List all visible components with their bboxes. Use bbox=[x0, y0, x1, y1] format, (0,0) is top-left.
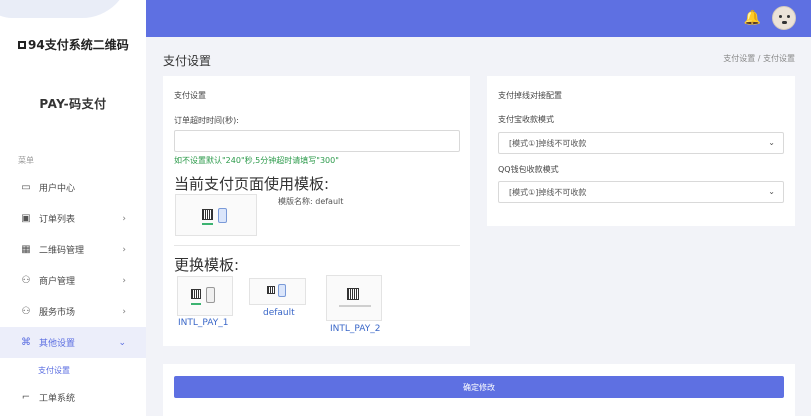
sidebar-item-other-settings[interactable]: ⌘ 其他设置 ⌄ bbox=[0, 327, 146, 358]
sidebar: 94支付系统二维码 PAY-码支付 菜单 ▭ 用户中心 ▣ 订单列表 › ▦ 二… bbox=[0, 0, 146, 416]
chevron-right-icon: › bbox=[122, 244, 126, 255]
timeout-input[interactable] bbox=[174, 130, 460, 152]
template-link-intl-pay-2[interactable]: INTL_PAY_2 bbox=[330, 324, 380, 334]
qr-icon bbox=[267, 286, 275, 294]
ticket-icon: ⌐ bbox=[21, 392, 31, 403]
brand-logo[interactable]: 94支付系统二维码 bbox=[18, 36, 129, 53]
command-icon: ⌘ bbox=[21, 337, 31, 348]
chevron-right-icon: › bbox=[122, 275, 126, 286]
phone-icon bbox=[206, 287, 215, 303]
sidebar-item-user-center[interactable]: ▭ 用户中心 bbox=[0, 172, 146, 203]
pay-settings-card: 支付设置 订单超时时间(秒): 如不设置默认"240"秒,5分钟超时请填写"30… bbox=[163, 76, 470, 346]
card-title: 支付掉线对接配置 bbox=[498, 91, 562, 100]
sidebar-item-qrcode[interactable]: ▦ 二维码管理 › bbox=[0, 234, 146, 265]
sidebar-item-market[interactable]: ⚇ 服务市场 › bbox=[0, 296, 146, 327]
qr-icon bbox=[347, 288, 359, 300]
template-option-default[interactable] bbox=[249, 278, 306, 305]
timeout-hint: 如不设置默认"240"秒,5分钟超时请填写"300" bbox=[174, 156, 339, 165]
template-option-intl-pay-2[interactable] bbox=[326, 275, 382, 321]
chevron-down-icon: ⌄ bbox=[768, 187, 775, 196]
select-value: [模式①]掉线不可收款 bbox=[509, 187, 587, 197]
sidebar-item-label: 订单列表 bbox=[39, 215, 76, 225]
sidebar-menu: ▭ 用户中心 ▣ 订单列表 › ▦ 二维码管理 › ⚇ 商户管理 › ⚇ 服务市… bbox=[0, 172, 146, 413]
sidebar-item-merchants[interactable]: ⚇ 商户管理 › bbox=[0, 265, 146, 296]
qr-icon bbox=[202, 209, 213, 220]
users-icon: ⚇ bbox=[21, 306, 31, 317]
chevron-down-icon: ⌄ bbox=[768, 138, 775, 147]
sidebar-item-label: 二维码管理 bbox=[39, 246, 85, 256]
template-name: 模版名称: default bbox=[278, 197, 344, 206]
sidebar-item-label: 用户中心 bbox=[39, 184, 76, 194]
monitor-icon: ▭ bbox=[21, 182, 31, 193]
top-bar: 🔔 bbox=[146, 0, 811, 37]
sidebar-item-label: 商户管理 bbox=[39, 277, 76, 287]
chevron-down-icon: ⌄ bbox=[118, 337, 126, 348]
current-template-heading: 当前支付页面使用模板: bbox=[174, 175, 330, 193]
alipay-mode-label: 支付宝收款模式 bbox=[498, 115, 554, 124]
timeout-label: 订单超时时间(秒): bbox=[174, 116, 239, 125]
sidebar-item-orders[interactable]: ▣ 订单列表 › bbox=[0, 203, 146, 234]
bell-icon[interactable]: 🔔 bbox=[744, 10, 761, 26]
brand-text: 94支付系统二维码 bbox=[28, 38, 129, 52]
current-template-preview bbox=[175, 194, 257, 236]
select-value: [模式①]掉线不可收款 bbox=[509, 138, 587, 148]
template-link-default[interactable]: default bbox=[263, 308, 295, 318]
page-title: 支付设置 bbox=[163, 54, 212, 68]
chevron-right-icon: › bbox=[122, 306, 126, 317]
avatar[interactable] bbox=[772, 6, 796, 30]
divider bbox=[174, 245, 460, 246]
phone-icon bbox=[218, 208, 227, 223]
confirm-button[interactable]: 确定修改 bbox=[174, 376, 784, 398]
offline-config-card: 支付掉线对接配置 支付宝收款模式 [模式①]掉线不可收款 ⌄ QQ钱包收款模式 … bbox=[487, 76, 795, 226]
chevron-right-icon: › bbox=[122, 213, 126, 224]
qr-icon bbox=[191, 289, 201, 299]
phone-icon bbox=[278, 284, 286, 297]
qr-icon: ▦ bbox=[21, 244, 31, 255]
sidebar-decoration bbox=[0, 0, 146, 22]
template-option-intl-pay-1[interactable] bbox=[177, 276, 233, 316]
card-title: 支付设置 bbox=[174, 91, 206, 100]
sidebar-item-label: 其他设置 bbox=[39, 339, 76, 349]
sidebar-item-tickets[interactable]: ⌐ 工单系统 bbox=[0, 382, 146, 413]
logo-square-icon bbox=[18, 41, 26, 49]
submit-card: 确定修改 bbox=[163, 364, 795, 416]
change-template-heading: 更换模板: bbox=[174, 256, 240, 274]
alipay-mode-select[interactable]: [模式①]掉线不可收款 ⌄ bbox=[498, 132, 784, 154]
menu-caption: 菜单 bbox=[18, 156, 34, 165]
list-icon: ▣ bbox=[21, 213, 31, 224]
sub-brand: PAY-码支付 bbox=[39, 97, 107, 111]
sidebar-item-label: 工单系统 bbox=[39, 394, 76, 404]
qq-mode-select[interactable]: [模式①]掉线不可收款 ⌄ bbox=[498, 181, 784, 203]
qq-mode-label: QQ钱包收款模式 bbox=[498, 165, 559, 174]
users-icon: ⚇ bbox=[21, 275, 31, 286]
breadcrumb: 支付设置 / 支付设置 bbox=[723, 54, 795, 63]
sidebar-item-label: 服务市场 bbox=[39, 308, 76, 318]
template-link-intl-pay-1[interactable]: INTL_PAY_1 bbox=[178, 318, 228, 328]
sidebar-subitem-pay-settings[interactable]: 支付设置 bbox=[0, 358, 146, 382]
